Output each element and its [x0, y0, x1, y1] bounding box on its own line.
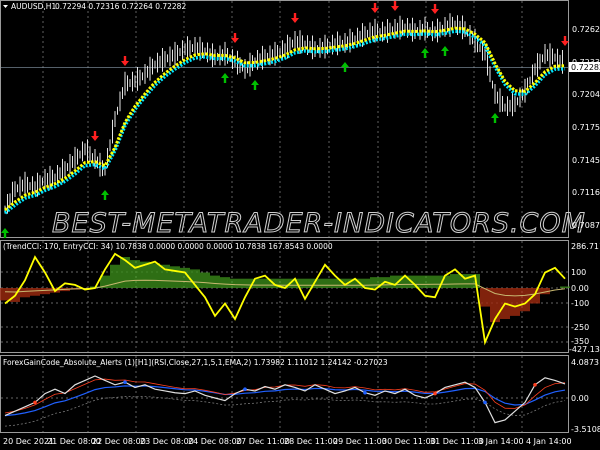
cci-tick: 0.00: [571, 284, 589, 293]
price-tick: 0.71455: [572, 156, 600, 165]
price-tick: 0.72625: [572, 25, 600, 34]
time-tick: 31 Dec 11:00: [430, 437, 484, 446]
cci-tick: -427.1375: [569, 345, 600, 354]
alert-dot: [483, 400, 487, 405]
price-tick: 0.72040: [572, 90, 600, 99]
oscillator-axis: 4.0873 0.00 -3.51084: [571, 358, 600, 434]
osc-tick: 0.00: [571, 394, 589, 403]
time-tick: 4 Jan 14:00: [526, 437, 572, 446]
oscillator-indicator-title: ForexGainCode_Absolute_Alerts (1)[H1](RS…: [3, 358, 388, 367]
alert-dot: [363, 390, 367, 395]
time-tick: 22 Dec 08:00: [92, 437, 146, 446]
alert-dot: [433, 391, 437, 396]
time-tick: 30 Dec 11:00: [382, 437, 436, 446]
alert-dot: [533, 383, 537, 387]
price-tick: 0.70870: [572, 221, 600, 230]
time-axis[interactable]: 20 Dec 202121 Dec 08:0022 Dec 08:0023 De…: [3, 437, 572, 446]
cci-tick: 100: [571, 268, 586, 277]
time-tick: 23 Dec 08:00: [140, 437, 194, 446]
time-tick: 3 Jan 14:00: [478, 437, 524, 446]
time-tick: 24 Dec 08:00: [188, 437, 242, 446]
time-tick: 28 Dec 11:00: [284, 437, 338, 446]
price-panel[interactable]: [0, 0, 569, 238]
ohlc-values: 0.72294 0.72316 0.72264 0.72282: [55, 2, 186, 11]
cci-tick: -100: [571, 299, 589, 308]
cci-tick: -250: [571, 323, 589, 332]
cci-tick: 286.711: [571, 242, 600, 251]
alert-dot: [123, 380, 127, 384]
price-tick: 0.71750: [572, 123, 600, 132]
trading-chart[interactable]: BEST-METATRADER-INDICATORS.COM AUDUSD,H1…: [0, 0, 600, 450]
osc-tick: 4.0873: [571, 358, 599, 367]
symbol-label: AUDUSD,H1: [11, 2, 56, 11]
time-tick: 27 Dec 11:00: [236, 437, 290, 446]
alert-dot: [243, 387, 247, 392]
oscillator-panel[interactable]: [0, 355, 569, 433]
current-price-label: 0.72282: [571, 63, 600, 72]
price-tick: 0.71165: [572, 188, 600, 197]
osc-tick: -3.51084: [571, 425, 600, 434]
price-axis[interactable]: 0.72625 0.72335 0.72040 0.71750 0.71455 …: [569, 25, 600, 230]
alert-dot: [33, 400, 37, 405]
watermark: BEST-METATRADER-INDICATORS.COM: [52, 208, 586, 239]
cci-indicator-title: (TrendCCI: 170, EntryCCI: 34) 10.7838 0.…: [3, 242, 333, 251]
cci-axis: 286.711 100 0.00 -100 -250 -350 -427.137…: [569, 242, 600, 354]
time-tick: 29 Dec 11:00: [333, 437, 387, 446]
